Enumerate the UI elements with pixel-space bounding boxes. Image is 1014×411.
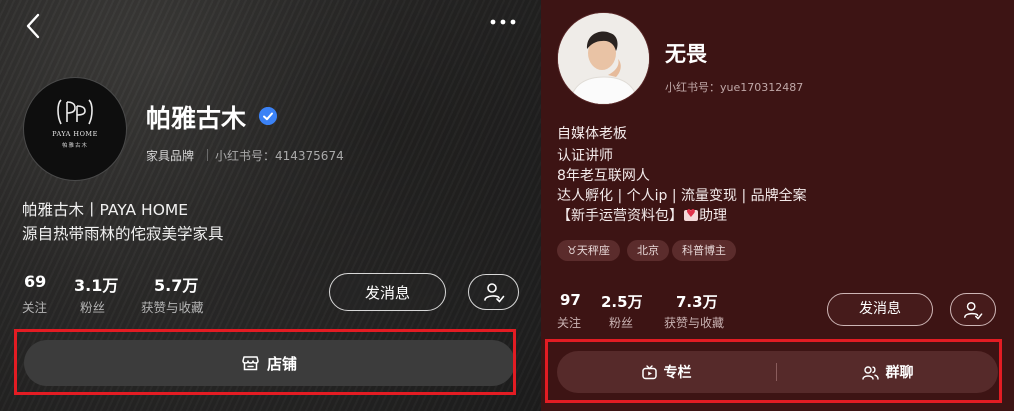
user-avatar[interactable] xyxy=(557,12,650,105)
bio-line: 8年老互联网人 xyxy=(557,168,650,184)
brand-avatar[interactable]: PAYA HOME 帕雅古木 xyxy=(23,77,127,181)
bio-line: 源自热带雨林的侘寂美学家具 xyxy=(22,225,224,243)
followers-label[interactable]: 粉丝 xyxy=(80,297,105,316)
follow-user-icon xyxy=(484,283,505,303)
followers-count[interactable]: 2.5万 xyxy=(601,291,643,312)
likes-label[interactable]: 获赞与收藏 xyxy=(141,297,204,316)
follow-user-icon xyxy=(964,302,983,320)
bio-line: 达人孵化 | 个人ip | 流量变现 | 品牌全案 xyxy=(557,188,807,204)
bio-line: 认证讲师 xyxy=(557,148,613,164)
back-arrow-icon[interactable] xyxy=(22,12,44,40)
more-dots-icon[interactable] xyxy=(488,14,518,30)
send-message-button[interactable]: 发消息 xyxy=(827,293,933,326)
following-label[interactable]: 关注 xyxy=(557,314,581,331)
following-label[interactable]: 关注 xyxy=(22,297,47,316)
send-message-button[interactable]: 发消息 xyxy=(329,273,446,311)
highlight-box xyxy=(14,329,516,395)
bio-text: 助理 xyxy=(699,208,727,224)
tag-chip[interactable]: 北京 xyxy=(627,240,669,261)
person-photo xyxy=(558,13,649,104)
brand-logo-mark xyxy=(57,99,93,125)
divider xyxy=(207,149,208,161)
highlight-box xyxy=(545,339,1002,403)
likes-label[interactable]: 获赞与收藏 xyxy=(664,314,724,331)
bio-line: 帕雅古木丨PAYA HOME xyxy=(22,201,189,219)
heart-emoji-icon xyxy=(684,207,698,221)
verified-badge-icon xyxy=(259,107,277,125)
following-count[interactable]: 69 xyxy=(24,272,46,291)
likes-count[interactable]: 5.7万 xyxy=(154,272,198,296)
bio-text: 【新手运营资料包】 xyxy=(557,208,683,224)
brand-logo-chinese: 帕雅古木 xyxy=(61,143,88,149)
category-tag: 家具品牌 xyxy=(146,149,195,163)
followers-count[interactable]: 3.1万 xyxy=(74,272,118,296)
follow-button[interactable] xyxy=(950,293,996,326)
tag-chip[interactable]: 科普博主 xyxy=(672,240,736,261)
bio-line: 自媒体老板 xyxy=(557,126,627,142)
tag-chip[interactable]: ♉天秤座 xyxy=(557,240,620,261)
likes-count[interactable]: 7.3万 xyxy=(676,291,718,312)
profile-name: 无畏 xyxy=(665,42,707,66)
user-id: 小红书号：yue170312487 xyxy=(665,81,804,94)
profile-name: 帕雅古木 xyxy=(146,104,247,133)
bio-line: 【新手运营资料包】助理 xyxy=(557,205,727,225)
user-id: 小红书号：414375674 xyxy=(215,149,344,163)
followers-label[interactable]: 粉丝 xyxy=(609,314,633,331)
brand-logo-english: PAYA HOME xyxy=(52,130,98,138)
follow-button[interactable] xyxy=(468,274,519,310)
following-count[interactable]: 97 xyxy=(560,291,581,309)
